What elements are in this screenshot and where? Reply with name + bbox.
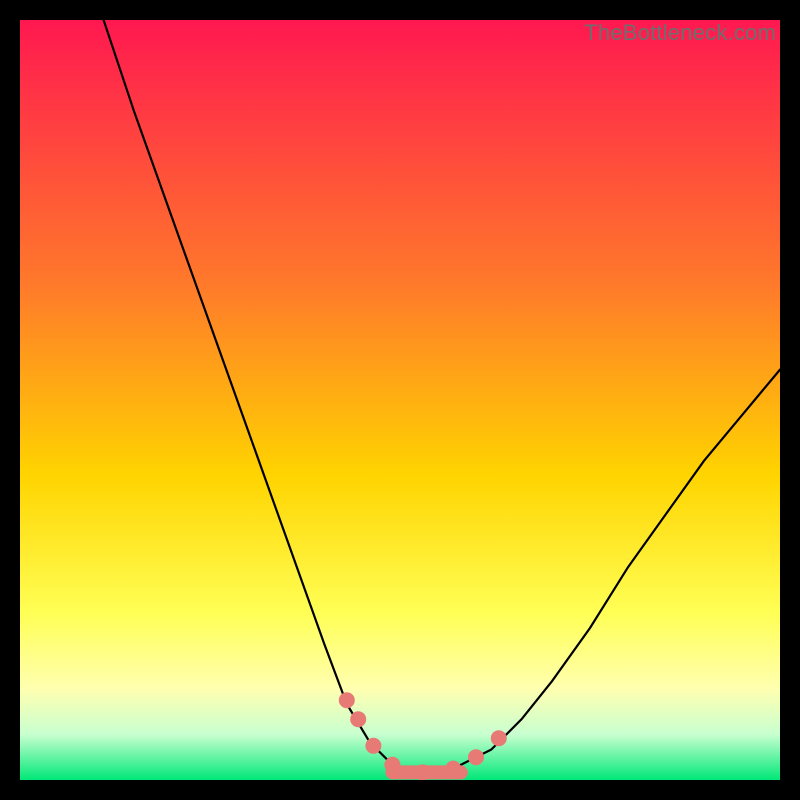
curve-marker	[415, 764, 431, 780]
gradient-background	[20, 20, 780, 780]
curve-marker	[350, 711, 366, 727]
watermark-text: TheBottleneck.com	[584, 20, 776, 46]
curve-marker	[339, 692, 355, 708]
curve-marker	[445, 761, 461, 777]
plot-svg	[20, 20, 780, 780]
chart-frame: TheBottleneck.com	[20, 20, 780, 780]
curve-marker	[491, 730, 507, 746]
curve-marker	[384, 757, 400, 773]
curve-marker	[468, 749, 484, 765]
curve-marker	[365, 738, 381, 754]
